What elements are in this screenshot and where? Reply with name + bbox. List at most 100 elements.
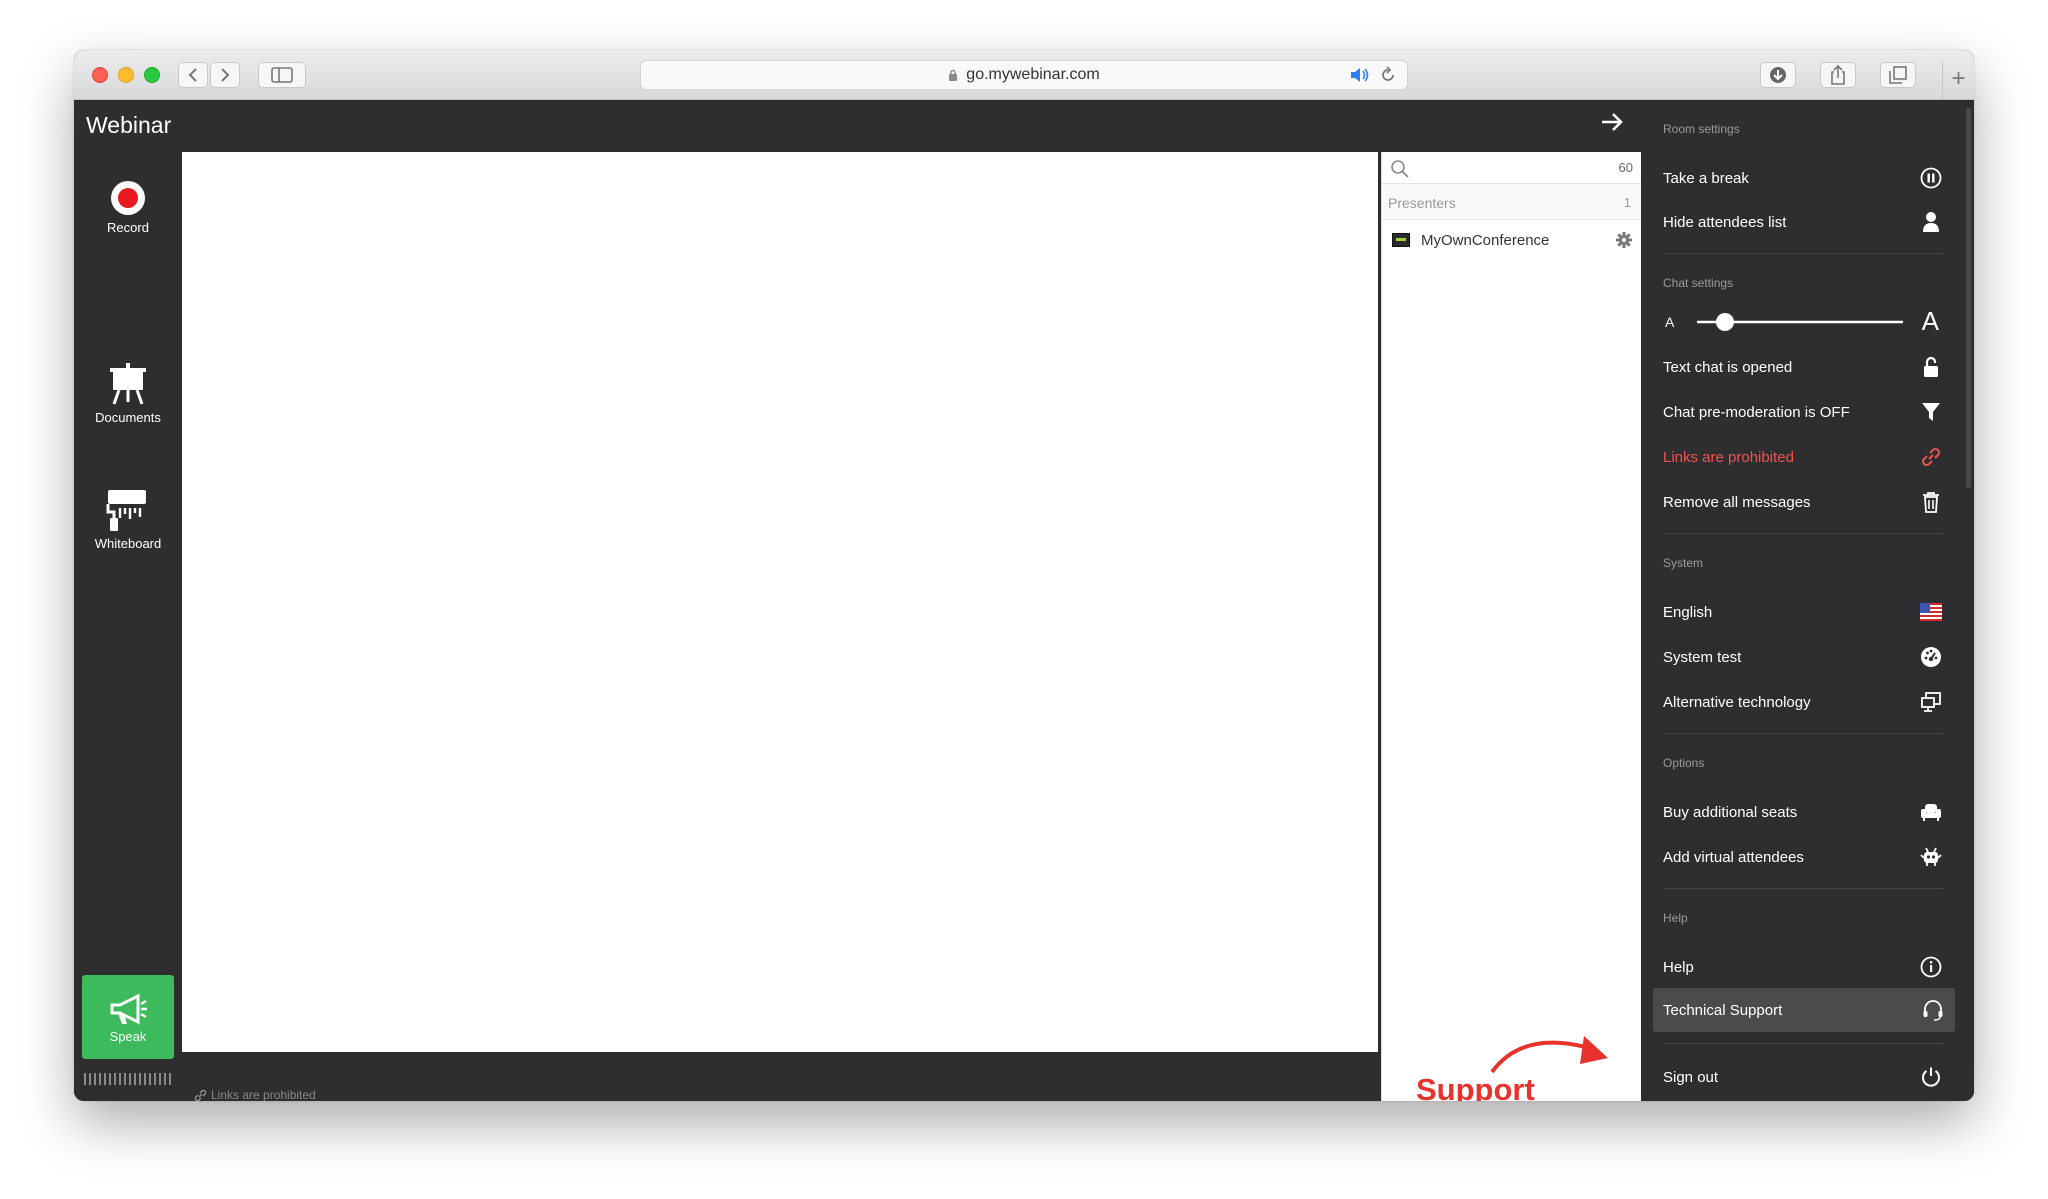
- divider: [1663, 733, 1943, 734]
- hide-attendees-item[interactable]: Hide attendees list: [1663, 200, 1943, 244]
- new-tab-button[interactable]: +: [1942, 62, 1974, 100]
- buy-seats-item[interactable]: Buy additional seats: [1663, 790, 1943, 834]
- help-label: Help: [1663, 958, 1694, 976]
- alternative-technology-label: Alternative technology: [1663, 693, 1811, 711]
- language-item[interactable]: English: [1663, 590, 1943, 634]
- chat-font-size-slider[interactable]: A A: [1663, 302, 1943, 342]
- presenters-group-header[interactable]: Presenters 1: [1382, 184, 1641, 220]
- attendee-search[interactable]: 60: [1382, 152, 1641, 184]
- font-size-small-label: A: [1665, 314, 1675, 330]
- presentation-board-icon: [74, 362, 182, 406]
- virtual-attendees-label: Add virtual attendees: [1663, 848, 1804, 866]
- pause-icon: [1919, 167, 1943, 189]
- sign-out-item[interactable]: Sign out: [1663, 1055, 1943, 1099]
- presenters-label: Presenters: [1388, 195, 1456, 211]
- headset-icon: [1921, 999, 1945, 1021]
- link-off-icon: [1919, 446, 1943, 468]
- paint-roller-icon: [74, 488, 182, 532]
- lock-icon: [948, 69, 958, 82]
- arrow-right-icon: [1602, 113, 1623, 131]
- text-chat-label: Text chat is opened: [1663, 358, 1793, 376]
- system-test-label: System test: [1663, 648, 1742, 666]
- url-text: go.mywebinar.com: [966, 66, 1100, 83]
- tabs-overview-button[interactable]: [1880, 62, 1916, 88]
- text-chat-item[interactable]: Text chat is opened: [1663, 345, 1943, 389]
- divider: [1663, 888, 1943, 889]
- settings-scrollbar[interactable]: [1966, 108, 1971, 488]
- links-prohibited-note: Links are prohibited: [194, 1088, 316, 1101]
- close-window-button[interactable]: [92, 67, 108, 83]
- take-break-label: Take a break: [1663, 169, 1749, 187]
- webinar-app: Webinar Record Documents Whiteboard Spea…: [74, 100, 1974, 1101]
- reload-icon[interactable]: [1379, 66, 1397, 89]
- record-button[interactable]: Record: [74, 180, 182, 235]
- filter-icon: [1919, 401, 1943, 423]
- links-prohibited-item[interactable]: Links are prohibited: [1663, 435, 1943, 479]
- options-heading: Options: [1663, 756, 1705, 770]
- chat-settings-heading: Chat settings: [1663, 276, 1734, 290]
- hide-attendees-label: Hide attendees list: [1663, 213, 1787, 231]
- system-test-item[interactable]: System test: [1663, 635, 1943, 679]
- attendees-panel: 60 Presenters 1 MyOwnConference: [1381, 152, 1641, 1101]
- audio-level-meter: [84, 1072, 174, 1085]
- chevron-right-icon: [221, 68, 230, 82]
- presenters-count: 1: [1623, 195, 1631, 210]
- attendee-name: MyOwnConference: [1421, 232, 1550, 249]
- settings-panel: Room settings Take a break Hide attendee…: [1641, 100, 1974, 1101]
- browser-toolbar: go.mywebinar.com +: [74, 50, 1974, 100]
- divider: [1663, 1043, 1943, 1044]
- room-settings-heading: Room settings: [1663, 122, 1740, 136]
- share-button[interactable]: [1820, 62, 1856, 88]
- screens-icon: [1919, 691, 1943, 713]
- tabs-icon: [1889, 66, 1907, 84]
- link-icon: [194, 1089, 207, 1101]
- remove-messages-label: Remove all messages: [1663, 493, 1811, 511]
- browser-window: go.mywebinar.com + Webinar Record Docume…: [74, 50, 1974, 1101]
- back-button[interactable]: [178, 62, 208, 88]
- links-prohibited-text: Links are prohibited: [211, 1088, 316, 1101]
- sidebar-icon: [271, 67, 293, 83]
- technical-support-label: Technical Support: [1663, 1001, 1783, 1019]
- help-heading: Help: [1663, 911, 1688, 925]
- take-break-item[interactable]: Take a break: [1663, 156, 1943, 200]
- speak-button[interactable]: Speak: [82, 975, 174, 1059]
- downloads-button[interactable]: [1760, 62, 1796, 88]
- support-annotation-label: Support: [1416, 1072, 1535, 1101]
- documents-label: Documents: [95, 410, 161, 425]
- whiteboard-button[interactable]: Whiteboard: [74, 488, 182, 551]
- attendee-row[interactable]: MyOwnConference: [1382, 220, 1641, 260]
- user-icon: [1919, 211, 1943, 233]
- forward-button[interactable]: [210, 62, 240, 88]
- record-icon: [74, 180, 182, 216]
- technical-support-item[interactable]: Technical Support: [1653, 988, 1955, 1032]
- armchair-icon: [1919, 802, 1943, 822]
- remove-messages-item[interactable]: Remove all messages: [1663, 480, 1943, 524]
- info-icon: [1919, 956, 1943, 978]
- documents-button[interactable]: Documents: [74, 362, 182, 425]
- virtual-attendees-item[interactable]: Add virtual attendees: [1663, 835, 1943, 879]
- search-icon: [1390, 159, 1410, 184]
- power-icon: [1919, 1066, 1943, 1088]
- zoom-window-button[interactable]: [144, 67, 160, 83]
- attendee-avatar: [1392, 233, 1410, 247]
- record-label: Record: [107, 220, 149, 235]
- unlock-icon: [1919, 356, 1943, 378]
- links-prohibited-label: Links are prohibited: [1663, 448, 1794, 466]
- speak-label: Speak: [109, 1029, 147, 1044]
- address-bar[interactable]: go.mywebinar.com: [640, 60, 1408, 90]
- chat-premoderation-item[interactable]: Chat pre-moderation is OFF: [1663, 390, 1943, 434]
- presentation-stage[interactable]: [182, 152, 1378, 1052]
- help-item[interactable]: Help: [1663, 945, 1943, 989]
- trash-icon: [1919, 491, 1943, 513]
- whiteboard-label: Whiteboard: [94, 536, 162, 551]
- sidebar-toggle-button[interactable]: [258, 62, 306, 88]
- us-flag-icon: [1919, 603, 1943, 621]
- support-arrow-annotation: [1490, 1036, 1608, 1074]
- collapse-panel-button[interactable]: [1600, 112, 1624, 137]
- gear-icon[interactable]: [1615, 231, 1633, 254]
- alternative-technology-item[interactable]: Alternative technology: [1663, 680, 1943, 724]
- speaker-icon[interactable]: [1349, 66, 1371, 89]
- buy-seats-label: Buy additional seats: [1663, 803, 1798, 821]
- minimize-window-button[interactable]: [118, 67, 134, 83]
- system-heading: System: [1663, 556, 1704, 570]
